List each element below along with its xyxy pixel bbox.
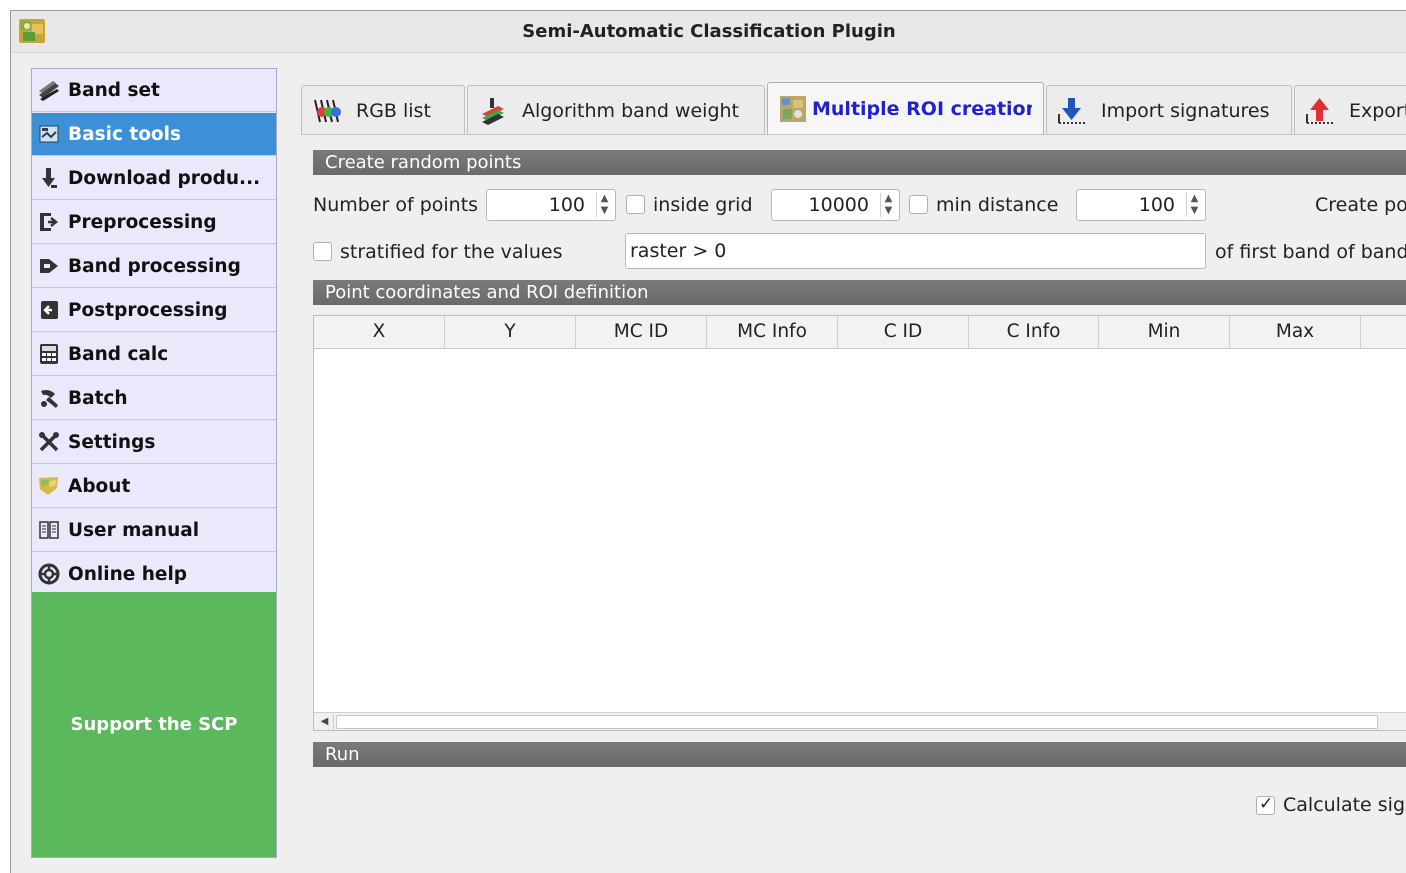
sidebar-item-label: Batch <box>68 387 128 409</box>
sidebar-item-label: Online help <box>68 563 188 585</box>
tab-divider <box>301 134 1406 135</box>
settings-icon <box>36 429 62 455</box>
sidebar-item-label: Band set <box>68 79 160 101</box>
column-header[interactable]: MC ID <box>576 316 707 349</box>
sidebar: Band set Basic tools Download produ... P… <box>31 68 277 858</box>
section-point-coordinates: Point coordinates and ROI definition <box>313 280 1406 305</box>
tab-label: Export <box>1349 99 1406 122</box>
stratified-checkbox[interactable] <box>313 242 332 261</box>
column-header[interactable]: MC Info <box>707 316 838 349</box>
tab-label: RGB list <box>356 99 431 122</box>
rgb-icon <box>312 96 342 126</box>
sidebar-item-postprocessing[interactable]: Postprocessing <box>32 289 276 332</box>
sidebar-item-band-set[interactable]: Band set <box>32 69 276 112</box>
sidebar-item-basic-tools[interactable]: Basic tools <box>32 113 276 156</box>
sidebar-item-user-manual[interactable]: User manual <box>32 509 276 552</box>
help-icon <box>36 561 62 587</box>
support-label: Support the SCP <box>70 714 238 735</box>
tab-export[interactable]: Export <box>1294 85 1406 135</box>
min-distance-label: min distance <box>936 194 1059 216</box>
bandset-icon <box>36 77 62 103</box>
stratified-expression-input[interactable]: raster > 0 <box>625 233 1206 269</box>
basic-tools-icon <box>36 121 62 147</box>
stratified-label: stratified for the values <box>340 241 563 263</box>
export-icon <box>1305 96 1335 126</box>
sidebar-item-download-products[interactable]: Download produ... <box>32 157 276 200</box>
sidebar-item-label: User manual <box>68 519 200 541</box>
column-header[interactable]: Max <box>1230 316 1361 349</box>
number-of-points-spinbox[interactable]: 100 ▲ ▼ <box>486 189 616 221</box>
column-header[interactable]: Min <box>1099 316 1230 349</box>
postprocessing-icon <box>36 297 62 323</box>
title-bar: Semi-Automatic Classification Plugin <box>11 11 1406 53</box>
tab-bar: RGB list Algorithm band weight Multiple … <box>301 82 1406 135</box>
support-the-scp-button[interactable]: Support the SCP <box>32 592 276 857</box>
scrollbar-thumb[interactable] <box>336 715 1378 729</box>
column-header[interactable]: C Info <box>969 316 1099 349</box>
tab-label: Algorithm band weight <box>522 99 739 122</box>
sidebar-item-settings[interactable]: Settings <box>32 421 276 464</box>
import-icon <box>1057 96 1087 126</box>
number-of-points-label: Number of points <box>313 194 479 216</box>
batch-icon <box>36 385 62 411</box>
sidebar-item-label: Basic tools <box>68 123 181 145</box>
number-of-points-value: 100 <box>548 194 585 216</box>
download-icon <box>36 165 62 191</box>
sidebar-item-label: Download produ... <box>68 167 261 189</box>
sidebar-item-label: About <box>68 475 131 497</box>
column-header[interactable]: Y <box>445 316 576 349</box>
sidebar-item-online-help[interactable]: Online help <box>32 553 276 596</box>
first-band-label: of first band of band <box>1215 241 1406 263</box>
sidebar-item-preprocessing[interactable]: Preprocessing <box>32 201 276 244</box>
sidebar-item-band-processing[interactable]: Band processing <box>32 245 276 288</box>
band-processing-icon <box>36 253 62 279</box>
min-distance-checkbox[interactable] <box>909 195 928 214</box>
min-distance-value: 100 <box>1138 194 1175 216</box>
sidebar-item-batch[interactable]: Batch <box>32 377 276 420</box>
column-header[interactable]: C ID <box>838 316 969 349</box>
sidebar-item-band-calc[interactable]: Band calc <box>32 333 276 376</box>
calculator-icon <box>36 341 62 367</box>
about-icon <box>36 473 62 499</box>
sidebar-item-label: Band processing <box>68 255 241 277</box>
band-weight-icon <box>478 96 508 126</box>
create-points-button[interactable]: Create po <box>1315 194 1406 216</box>
horizontal-scrollbar[interactable]: ◀ <box>314 712 1406 730</box>
multiple-roi-icon <box>778 94 808 124</box>
section-create-random-points: Create random points <box>313 150 1406 175</box>
table-header: X Y MC ID MC Info C ID C Info Min Max <box>314 316 1406 349</box>
window-title: Semi-Automatic Classification Plugin <box>522 21 896 42</box>
section-run: Run <box>313 742 1406 767</box>
spin-arrows-icon[interactable]: ▲ ▼ <box>880 193 896 217</box>
sidebar-item-label: Settings <box>68 431 156 453</box>
plugin-window: Semi-Automatic Classification Plugin Ban… <box>10 10 1406 873</box>
tab-import-signatures[interactable]: Import signatures <box>1046 85 1292 135</box>
calculate-signatures-checkbox[interactable] <box>1256 794 1275 815</box>
column-header[interactable]: X <box>314 316 445 349</box>
spin-arrows-icon[interactable]: ▲ ▼ <box>1186 193 1202 217</box>
preprocessing-icon <box>36 209 62 235</box>
manual-icon <box>36 517 62 543</box>
calculate-signatures-label: Calculate sig <box>1283 794 1406 816</box>
inside-grid-checkbox[interactable] <box>626 195 645 214</box>
sidebar-item-label: Postprocessing <box>68 299 228 321</box>
scroll-left-icon[interactable]: ◀ <box>316 714 334 730</box>
spin-arrows-icon[interactable]: ▲ ▼ <box>596 193 612 217</box>
tab-rgb-list[interactable]: RGB list <box>301 85 465 135</box>
tab-label: Import signatures <box>1101 99 1270 122</box>
sidebar-item-about[interactable]: About <box>32 465 276 508</box>
min-distance-spinbox[interactable]: 100 ▲ ▼ <box>1076 189 1206 221</box>
grid-size-value: 10000 <box>808 194 869 216</box>
inside-grid-label: inside grid <box>653 194 753 216</box>
tab-label: Multiple ROI creation <box>812 98 1032 120</box>
tab-multiple-roi-creation[interactable]: Multiple ROI creation <box>767 82 1044 135</box>
grid-size-spinbox[interactable]: 10000 ▲ ▼ <box>771 189 900 221</box>
tab-algorithm-band-weight[interactable]: Algorithm band weight <box>467 85 765 135</box>
sidebar-item-label: Preprocessing <box>68 211 217 233</box>
roi-table[interactable]: X Y MC ID MC Info C ID C Info Min Max ◀ <box>313 315 1406 731</box>
sidebar-item-label: Band calc <box>68 343 169 365</box>
